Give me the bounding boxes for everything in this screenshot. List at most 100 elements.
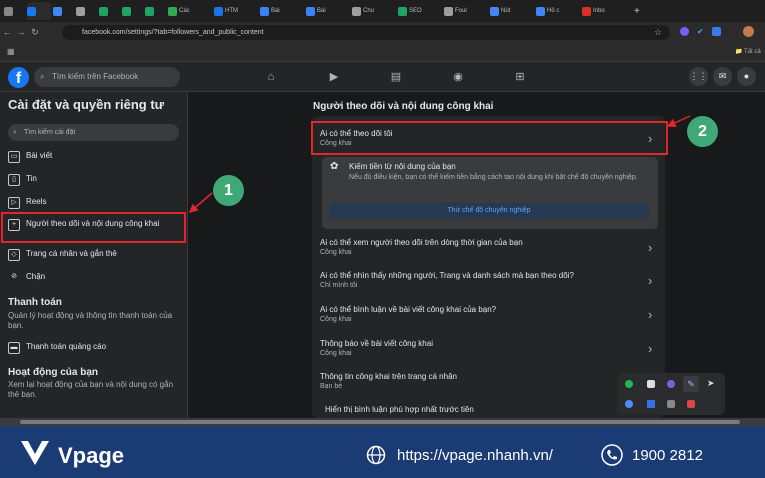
extension-icon[interactable] xyxy=(680,27,689,36)
settings-search-input[interactable]: ⌕ Tìm kiếm cài đặt xyxy=(8,124,179,141)
sidebar-item-stories[interactable]: ▯ Tin xyxy=(8,174,183,186)
chevron-right-icon[interactable]: › xyxy=(648,273,652,288)
tab-favicon-icon xyxy=(306,6,315,16)
phone-icon xyxy=(601,444,623,466)
page-title: Người theo dõi và nội dung công khai xyxy=(313,101,494,112)
chevron-right-icon[interactable]: › xyxy=(648,240,652,255)
tab-favicon-icon xyxy=(99,6,108,16)
website-link[interactable]: https://vpage.nhanh.vn/ xyxy=(397,447,553,464)
home-icon[interactable]: ⌂ xyxy=(264,70,278,84)
app-icon[interactable] xyxy=(625,380,633,388)
tab-label: HTM xyxy=(225,8,238,14)
setting-row-public-profile-info[interactable]: Thông tin công khai trên trang cá nhân B… xyxy=(320,372,660,390)
messenger-icon[interactable]: ✉ xyxy=(713,67,732,86)
browser-tab[interactable]: Các xyxy=(168,2,212,20)
profile-avatar[interactable] xyxy=(743,26,754,37)
tab-label: Chu xyxy=(363,8,375,14)
browser-tab[interactable]: SEO xyxy=(398,2,442,20)
app-icon[interactable] xyxy=(647,400,655,408)
facebook-logo[interactable]: f xyxy=(8,67,29,88)
sidebar-item-blocking[interactable]: ⊘ Chặn xyxy=(8,272,183,284)
groups-icon[interactable]: ◉ xyxy=(451,70,465,84)
setting-row-follower-visibility[interactable]: Ai có thể xem người theo dõi trên dòng t… xyxy=(320,238,660,256)
setting-row-following-visibility[interactable]: Ai có thể nhìn thấy những người, Trang v… xyxy=(320,271,660,289)
brand-name: Vpage xyxy=(58,443,125,468)
gaming-icon[interactable]: ⊞ xyxy=(513,70,527,84)
extension-icon[interactable]: ✔ xyxy=(697,27,704,36)
browser-tab[interactable]: Foul xyxy=(444,2,488,20)
sidebar-item-reels[interactable]: ▷ Reels xyxy=(8,197,183,209)
bookmark-star-icon[interactable]: ☆ xyxy=(654,27,662,38)
tab-favicon-icon xyxy=(352,6,361,16)
browser-tab[interactable]: Hồ c xyxy=(536,2,580,20)
browser-tab[interactable] xyxy=(99,2,120,20)
url-bar[interactable]: facebook.com/settings/?tab=followers_and… xyxy=(62,25,670,40)
browser-tab[interactable] xyxy=(53,2,74,20)
video-icon[interactable]: ▶ xyxy=(327,70,341,84)
monetize-description: Nếu đủ điều kiện, bạn có thể kiếm tiền b… xyxy=(349,174,638,181)
browser-tab[interactable]: Inbo xyxy=(582,2,626,20)
try-professional-mode-button[interactable]: Thử chế độ chuyên nghiệp xyxy=(329,203,649,219)
reload-icon[interactable]: ↻ xyxy=(28,27,42,38)
apps-icon[interactable]: ▦ xyxy=(7,47,15,56)
app-icon[interactable] xyxy=(667,400,675,408)
tab-favicon-icon xyxy=(260,6,269,16)
chevron-right-icon[interactable]: › xyxy=(648,307,652,322)
new-tab-button[interactable]: + xyxy=(634,6,640,17)
arrow-to-sidebar xyxy=(188,192,213,213)
sidebar-item-posts[interactable]: ▭ Bài viết xyxy=(8,151,183,163)
block-icon: ⊘ xyxy=(11,273,17,280)
back-icon[interactable]: ← xyxy=(0,27,14,37)
setting-row-public-comments[interactable]: Ai có thể bình luận về bài viết công kha… xyxy=(320,305,660,323)
tab-favicon-icon xyxy=(536,6,545,16)
app-icon[interactable] xyxy=(667,380,675,388)
sidebar-item-ad-payments[interactable]: ▬ Thanh toán quảng cáo xyxy=(8,342,183,354)
app-icon[interactable] xyxy=(647,380,655,388)
payments-description: Quản lý hoạt động và thông tin thanh toá… xyxy=(8,311,173,330)
bookmark-folder[interactable]: 📁 Tất cả xyxy=(735,48,761,55)
browser-tab[interactable] xyxy=(4,2,25,20)
tab-label: Bài xyxy=(317,8,326,14)
step-badge-2: 2 xyxy=(687,116,718,147)
highlight-box-follow-setting xyxy=(311,121,668,155)
tab-favicon-icon xyxy=(214,6,223,16)
scrollbar-thumb[interactable] xyxy=(20,420,740,424)
setting-row-public-post-notifications[interactable]: Thông báo về bài viết công khai Công kha… xyxy=(320,339,660,357)
browser-tab-strip: Các HTM Bài Bài Chu SEO Foul Nút Hồ c Inbo + xyxy=(0,0,765,22)
chevron-right-icon[interactable]: › xyxy=(648,341,652,356)
extension-icon[interactable] xyxy=(712,27,721,36)
facebook-search-input[interactable]: ⌕ Tìm kiếm trên Facebook xyxy=(34,67,180,87)
tab-favicon-icon xyxy=(398,6,407,16)
highlight-box-sidebar xyxy=(1,212,186,243)
browser-tab[interactable]: Nút xyxy=(490,2,534,20)
browser-tab[interactable]: Bài xyxy=(260,2,304,20)
tab-label: Các xyxy=(179,8,190,14)
notifications-icon[interactable]: ● xyxy=(737,67,756,86)
url-text: facebook.com/settings/?tab=followers_and… xyxy=(82,29,264,36)
tab-favicon-icon xyxy=(145,6,154,16)
browser-tab[interactable]: Bài xyxy=(306,2,350,20)
tab-label: Foul xyxy=(455,8,467,14)
tab-favicon-icon xyxy=(4,6,13,16)
search-icon: ⌕ xyxy=(13,129,17,136)
browser-tab[interactable] xyxy=(122,2,143,20)
feather-icon[interactable]: ✎ xyxy=(683,376,699,392)
browser-tab[interactable] xyxy=(76,2,97,20)
app-icon[interactable] xyxy=(687,400,695,408)
activity-heading: Hoạt động của bạn xyxy=(8,367,98,378)
app-icon[interactable] xyxy=(625,400,633,408)
activity-description: Xem lại hoạt động của bạn và nội dung có… xyxy=(8,380,174,399)
menu-icon[interactable]: ⋮⋮ xyxy=(689,67,708,86)
browser-tab[interactable] xyxy=(145,2,166,20)
send-icon[interactable]: ➤ xyxy=(707,378,715,389)
story-icon: ▯ xyxy=(8,174,20,186)
setting-row-comment-ranking[interactable]: Hiển thị bình luận phù hợp nhất trước ti… xyxy=(325,405,665,414)
browser-tab[interactable]: Chu xyxy=(352,2,396,20)
sidebar-item-profile-tagging[interactable]: ◇ Trang cá nhân và gắn thẻ xyxy=(8,249,183,261)
horizontal-scrollbar[interactable] xyxy=(0,418,765,426)
browser-tab[interactable]: HTM xyxy=(214,2,258,20)
forward-icon[interactable]: → xyxy=(14,27,28,37)
browser-tab[interactable] xyxy=(27,2,51,20)
tab-label: Hồ c xyxy=(547,8,560,14)
marketplace-icon[interactable]: ▤ xyxy=(389,70,403,84)
